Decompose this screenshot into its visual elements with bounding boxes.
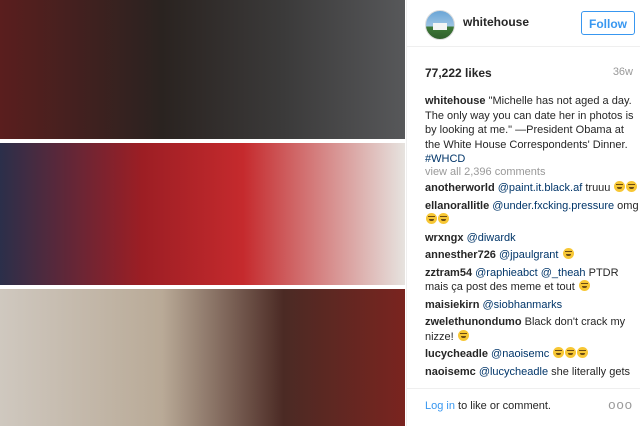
comment-username[interactable]: wrxngx xyxy=(425,232,464,244)
comment-mention[interactable]: @jpaulgrant xyxy=(499,249,558,261)
comment-text: truuu xyxy=(585,182,611,194)
follow-button[interactable]: Follow xyxy=(581,11,635,35)
post-footer: Log in to like or comment. ooo xyxy=(407,388,640,427)
likes-count[interactable]: 77,222 likes xyxy=(425,66,492,80)
more-options-icon[interactable]: ooo xyxy=(608,397,633,412)
face-with-tears-of-joy-icon xyxy=(426,213,437,224)
face-with-tears-of-joy-icon xyxy=(553,347,565,358)
comment-item: wrxngx @diwardk xyxy=(425,231,639,246)
post-time[interactable]: 36w xyxy=(613,66,633,78)
comment-username[interactable]: anotherworld xyxy=(425,182,495,194)
comment-item: naoisemc @lucycheadle she literally gets xyxy=(425,365,639,380)
post-sidebar: whitehouse Follow 77,222 likes 36w white… xyxy=(406,0,640,426)
comment-mention[interactable]: @diwardk xyxy=(467,232,516,244)
comment-username[interactable]: maisiekirn xyxy=(425,299,479,311)
comment-item: zwelethunondumo Black don't crack my niz… xyxy=(425,315,639,344)
comment-username[interactable]: naoisemc xyxy=(425,366,476,378)
username[interactable]: whitehouse xyxy=(463,15,529,29)
comment-mention[interactable]: @paint.it.black.af xyxy=(498,182,583,194)
avatar[interactable] xyxy=(425,10,455,40)
comment-mention[interactable]: @raphieabct @_theah xyxy=(475,267,585,279)
comment-username[interactable]: lucycheadle xyxy=(425,348,488,360)
comment-item: maisiekirn @siobhanmarks xyxy=(425,298,639,313)
comment-item: ellanorallitle @under.fxcking.pressure o… xyxy=(425,199,639,228)
face-with-tears-of-joy-icon xyxy=(578,280,590,291)
comment-username[interactable]: zwelethunondumo xyxy=(425,316,522,328)
comment-mention[interactable]: @under.fxcking.pressure xyxy=(492,200,614,212)
photo-panel-bottom xyxy=(0,289,405,426)
login-link[interactable]: Log in xyxy=(425,400,455,412)
face-with-tears-of-joy-icon xyxy=(577,347,589,358)
face-with-tears-of-joy-icon xyxy=(626,181,638,192)
face-with-tears-of-joy-icon xyxy=(457,329,469,341)
comment-text: omg xyxy=(617,199,639,212)
comment-item: anotherworld @paint.it.black.af truuu xyxy=(425,181,639,196)
photo-panel-middle xyxy=(0,143,405,285)
login-prompt: Log in to like or comment. xyxy=(425,400,551,412)
instagram-post: whitehouse Follow 77,222 likes 36w white… xyxy=(0,0,640,426)
white-house-icon xyxy=(433,23,447,30)
post-photo[interactable] xyxy=(0,0,405,426)
comment-username[interactable]: zztram54 xyxy=(425,267,472,279)
comment-mention[interactable]: @naoisemc xyxy=(491,348,549,360)
caption-username[interactable]: whitehouse xyxy=(425,95,486,107)
comment-item: annesther726 @jpaulgrant xyxy=(425,248,639,263)
comment-text: she literally gets xyxy=(551,365,631,378)
post-header: whitehouse Follow xyxy=(407,0,640,47)
comment-username[interactable]: annesther726 xyxy=(425,249,496,261)
caption: whitehouse "Michelle has not aged a day.… xyxy=(425,94,635,167)
comment-item: lucycheadle @naoisemc xyxy=(425,347,639,362)
comment-mention[interactable]: @lucycheadle xyxy=(479,366,548,378)
comment-list: anotherworld @paint.it.black.af truuu el… xyxy=(425,181,639,382)
login-text: to like or comment. xyxy=(454,400,551,412)
face-with-tears-of-joy-icon xyxy=(438,213,449,224)
photo-panel-top xyxy=(0,0,405,139)
view-all-comments-link[interactable]: view all 2,396 comments xyxy=(425,166,545,178)
caption-hashtag[interactable]: #WHCD xyxy=(425,153,465,165)
face-with-tears-of-joy-icon xyxy=(562,248,574,259)
comment-username[interactable]: ellanorallitle xyxy=(425,200,489,212)
face-with-tears-of-joy-icon xyxy=(565,347,577,358)
comment-item: zztram54 @raphieabct @_theah PTDR mais ç… xyxy=(425,266,639,295)
face-with-tears-of-joy-icon xyxy=(614,181,626,192)
comment-mention[interactable]: @siobhanmarks xyxy=(482,299,562,311)
